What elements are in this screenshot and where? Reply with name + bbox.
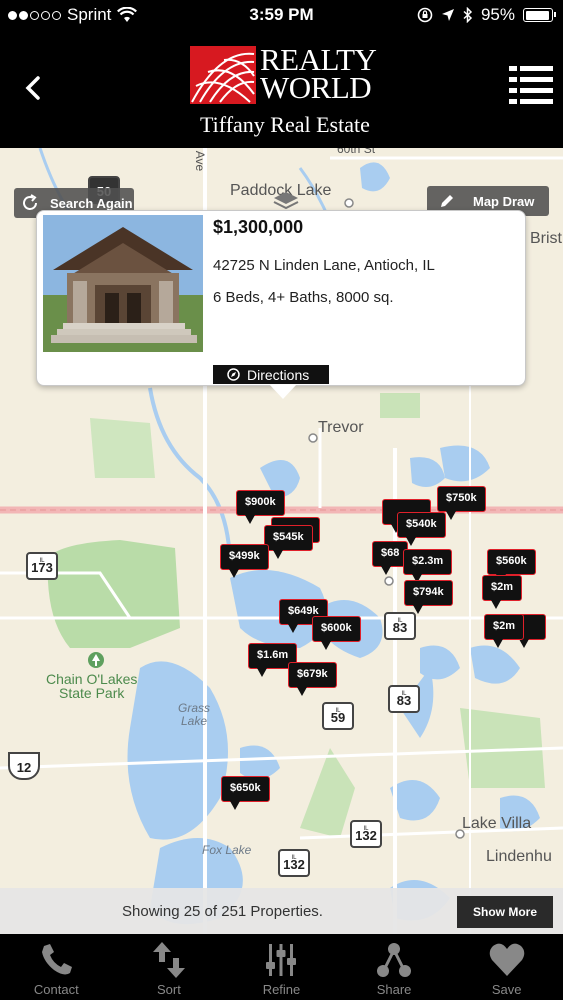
search-again-label: Search Again: [50, 195, 133, 211]
label-60th-st: 60th St: [337, 148, 376, 156]
park-marker-icon: [88, 652, 104, 668]
property-map[interactable]: Paddock Lake Brist Trevor 60th St Ave Ch…: [0, 148, 563, 934]
label-grass-lake: Grass Lake: [178, 701, 211, 728]
label-bristol: Brist: [530, 230, 562, 247]
tab-refine-label: Refine: [262, 982, 301, 997]
callout-details: 6 Beds, 4+ Baths, 8000 sq.: [213, 289, 394, 306]
status-bar: Sprint 3:59 PM 95%: [0, 0, 563, 30]
tab-contact-label: Contact: [33, 982, 79, 997]
label-lake-villa: Lake Villa: [462, 815, 532, 832]
battery-percent: 95%: [480, 5, 515, 24]
price-marker[interactable]: $545k: [264, 525, 313, 559]
price-marker[interactable]: $900k: [236, 490, 285, 524]
realty-world-logo: REALTY WORLD Tiffany Real Estate: [190, 44, 390, 138]
price-marker[interactable]: $679k: [288, 662, 337, 696]
label-trevor: Trevor: [318, 419, 364, 436]
map-draw-label: Map Draw: [473, 193, 535, 209]
tab-share[interactable]: Share: [338, 934, 451, 1000]
tab-save[interactable]: Save: [450, 934, 563, 1000]
results-count: Showing 25 of 251 Properties.: [122, 903, 323, 920]
price-marker[interactable]: $750k: [437, 486, 486, 520]
tab-save-label: Save: [491, 982, 522, 997]
tab-sort[interactable]: Sort: [113, 934, 226, 1000]
results-banner: Showing 25 of 251 Properties. Show More: [0, 888, 563, 934]
tab-share-label: Share: [376, 982, 412, 997]
status-right: 95%: [417, 5, 556, 25]
battery-icon: [523, 8, 556, 22]
route-shield-12: 12: [8, 752, 40, 780]
property-callout[interactable]: $1,300,000 42725 N Linden Lane, Antioch,…: [36, 210, 526, 399]
route-shield-83-south: IL 83: [388, 685, 420, 713]
route-shield-173: IL 173: [26, 552, 58, 580]
property-photo[interactable]: [43, 215, 203, 352]
price-marker[interactable]: $794k: [404, 580, 453, 614]
logo-subtitle: Tiffany Real Estate: [200, 112, 370, 137]
compass-icon: [227, 368, 240, 381]
label-chain-o-lakes: Chain O'Lakes State Park: [46, 671, 138, 701]
show-more-button[interactable]: Show More: [457, 896, 553, 928]
sort-arrows-icon: [152, 942, 185, 978]
location-arrow-icon: [441, 9, 454, 21]
logo-word-world: WORLD: [260, 70, 372, 105]
route-shield-132-west: IL 132: [278, 849, 310, 877]
callout-price: $1,300,000: [213, 217, 304, 237]
price-marker[interactable]: $540k: [397, 512, 446, 546]
directions-button[interactable]: Directions: [213, 365, 329, 384]
label-lindenhurst: Lindenhu: [486, 848, 552, 865]
route-shield-59: IL 59: [322, 702, 354, 730]
price-marker[interactable]: $2m: [482, 575, 523, 609]
rotation-lock-icon: [417, 7, 433, 23]
price-marker[interactable]: $2m: [484, 614, 525, 648]
route-shield-83-north: IL 83: [384, 612, 416, 640]
callout-address: 42725 N Linden Lane, Antioch, IL: [213, 257, 435, 274]
price-marker[interactable]: $560k: [487, 549, 536, 583]
back-chevron-icon[interactable]: [18, 68, 48, 108]
bluetooth-icon: [463, 7, 473, 23]
sliders-icon: [266, 944, 297, 976]
price-marker[interactable]: $600k: [312, 616, 361, 650]
tab-refine[interactable]: Refine: [225, 934, 338, 1000]
tab-sort-label: Sort: [156, 982, 181, 997]
price-marker[interactable]: $650k: [221, 776, 270, 810]
share-icon: [377, 943, 412, 977]
price-marker[interactable]: $499k: [220, 544, 269, 578]
label-ave: Ave: [193, 150, 208, 172]
phone-icon: [42, 944, 73, 975]
list-menu-icon[interactable]: [509, 64, 553, 108]
directions-label: Directions: [247, 366, 310, 383]
route-shield-132-east: IL 132: [350, 820, 382, 848]
logo-globe-mark: [190, 46, 256, 104]
label-fox-lake: Fox Lake: [202, 843, 252, 857]
layers-icon[interactable]: [272, 190, 300, 212]
refresh-icon: [23, 194, 37, 210]
pencil-icon: [441, 195, 453, 207]
heart-icon: [489, 943, 524, 976]
price-marker[interactable]: $2.3m: [403, 549, 453, 583]
tab-contact[interactable]: Contact: [0, 934, 113, 1000]
bottom-tab-bar: Contact Sort Refine Share Save: [0, 934, 563, 1000]
app-header: REALTY WORLD Tiffany Real Estate: [0, 30, 563, 148]
